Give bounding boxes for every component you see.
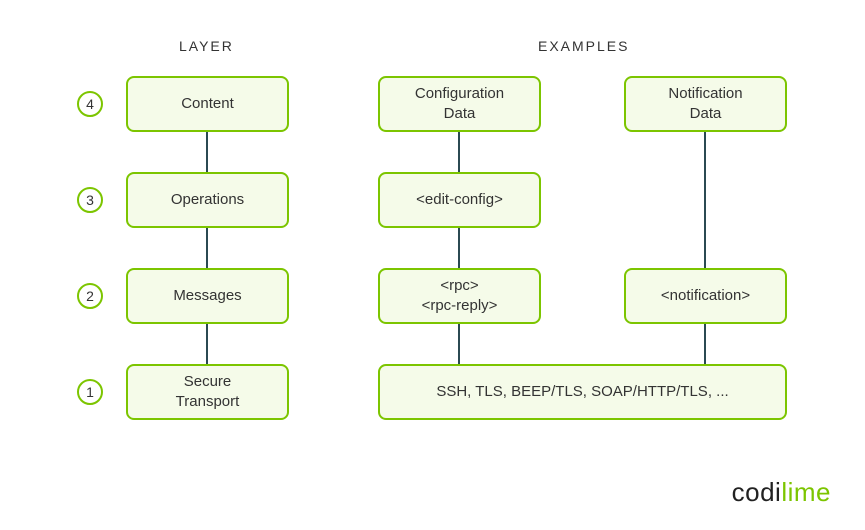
connector-ex-notifdata-notif [704, 132, 706, 268]
example-transport-protocols: SSH, TLS, BEEP/TLS, SOAP/HTTP/TLS, ... [378, 364, 787, 420]
layer-number-4: 4 [77, 91, 103, 117]
connector-layer-2-1 [206, 324, 208, 364]
connector-ex-rpc-transport [458, 324, 460, 364]
example-content-config: Configuration Data [378, 76, 541, 132]
layer-number-2: 2 [77, 283, 103, 309]
layer-box-content: Content [126, 76, 289, 132]
logo-part1: codi [732, 477, 782, 507]
logo-part2: lime [781, 477, 831, 507]
brand-logo: codilime [732, 477, 831, 508]
example-messages-rpc: <rpc> <rpc-reply> [378, 268, 541, 324]
col-header-examples: EXAMPLES [538, 38, 629, 54]
layer-number-3: 3 [77, 187, 103, 213]
layer-box-transport: Secure Transport [126, 364, 289, 420]
connector-ex-editconfig-rpc [458, 228, 460, 268]
layer-box-operations: Operations [126, 172, 289, 228]
layer-box-messages: Messages [126, 268, 289, 324]
connector-layer-3-2 [206, 228, 208, 268]
layer-number-1: 1 [77, 379, 103, 405]
connector-ex-config-editconfig [458, 132, 460, 172]
connector-layer-4-3 [206, 132, 208, 172]
example-operations-editconfig: <edit-config> [378, 172, 541, 228]
connector-ex-notif-transport [704, 324, 706, 364]
example-messages-notification: <notification> [624, 268, 787, 324]
col-header-layer: LAYER [179, 38, 234, 54]
example-content-notification: Notification Data [624, 76, 787, 132]
